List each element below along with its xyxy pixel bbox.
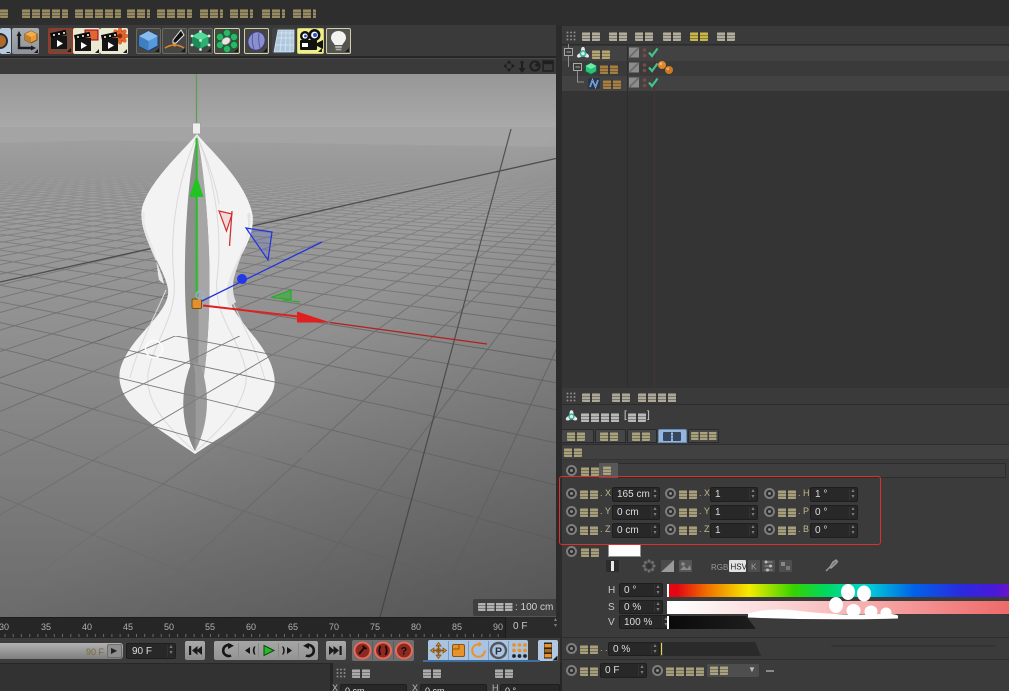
svg-text:50: 50 — [164, 622, 174, 632]
svg-text:35: 35 — [41, 622, 51, 632]
svg-text:80: 80 — [411, 622, 421, 632]
svg-text:85: 85 — [452, 622, 462, 632]
svg-text:55: 55 — [205, 622, 215, 632]
svg-text:30: 30 — [0, 622, 9, 632]
svg-text:RGB: RGB — [711, 563, 728, 572]
svg-text:P: P — [495, 646, 502, 658]
svg-text:90: 90 — [493, 622, 503, 632]
svg-text:?: ? — [401, 646, 408, 658]
svg-text:60: 60 — [246, 622, 256, 632]
svg-text:45: 45 — [123, 622, 133, 632]
svg-text:40: 40 — [82, 622, 92, 632]
svg-text:K: K — [751, 562, 757, 572]
svg-text:75: 75 — [370, 622, 380, 632]
svg-text:HSV: HSV — [731, 563, 748, 572]
svg-text:65: 65 — [288, 622, 298, 632]
svg-text:70: 70 — [329, 622, 339, 632]
